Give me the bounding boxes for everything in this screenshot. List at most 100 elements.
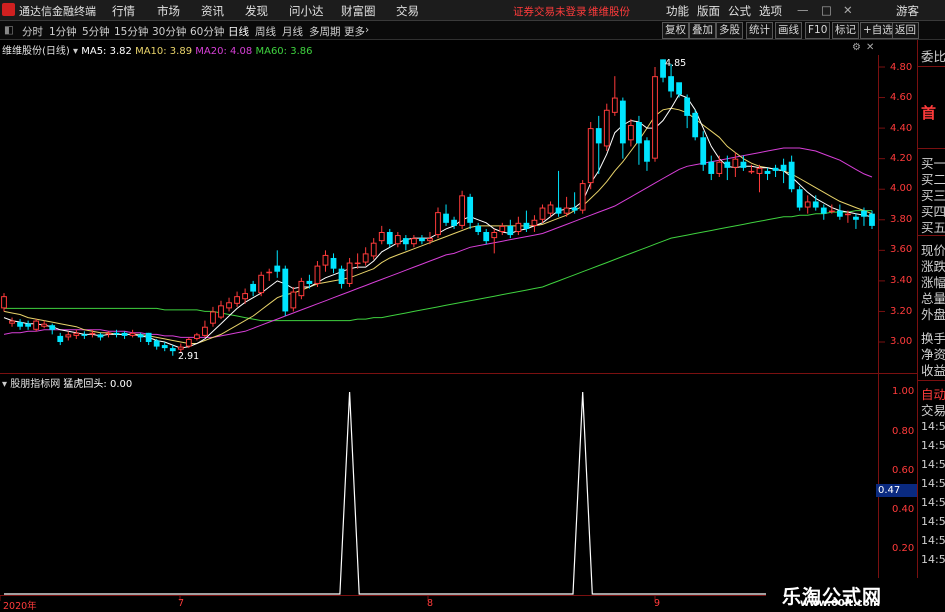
period-tab[interactable]: 60分钟: [190, 24, 224, 39]
menu-trade[interactable]: 交易: [396, 3, 419, 19]
current-value-badge: 0.47: [876, 484, 918, 497]
stock-name-link[interactable]: 维维股份: [588, 4, 630, 19]
panel-toggle-icon[interactable]: ◧: [4, 24, 14, 36]
candlestick: [756, 164, 763, 193]
chevron-right-icon[interactable]: ›: [365, 24, 369, 36]
candle-body: [692, 112, 699, 138]
candle-body: [684, 97, 691, 116]
menu-news[interactable]: 资讯: [201, 3, 224, 19]
quote-row-label: 买五: [921, 220, 945, 235]
candlestick: [820, 204, 827, 220]
candlestick: [595, 115, 602, 174]
period-toolbar: ◧ 分时 1分钟 5分钟 15分钟 30分钟 60分钟 日线 周线 月线 多周期…: [0, 21, 945, 40]
candlestick: [330, 253, 337, 274]
dropdown-icon[interactable]: ▾: [73, 46, 78, 57]
menu-market[interactable]: 市场: [157, 3, 180, 19]
candlestick: [853, 213, 859, 229]
candle-body: [547, 204, 554, 214]
chart-close-icon[interactable]: ✕: [866, 42, 874, 53]
candle-body: [595, 128, 602, 144]
toolbar-button[interactable]: 返回: [892, 22, 919, 39]
period-tab[interactable]: 5分钟: [82, 24, 110, 39]
candlestick: [780, 158, 787, 184]
candle-body: [410, 238, 417, 245]
toolbar-button[interactable]: 统计: [746, 22, 773, 39]
guest-user[interactable]: 游客: [896, 3, 919, 19]
candle-body: [113, 332, 120, 335]
candlestick: [210, 306, 216, 327]
period-tab-active[interactable]: 日线: [228, 24, 249, 39]
kline-chart[interactable]: [0, 0, 945, 609]
candlestick: [202, 320, 208, 338]
minimize-icon[interactable]: —: [797, 3, 809, 17]
candlestick: [788, 155, 795, 193]
ma10-label: MA10: 3.89: [135, 46, 193, 57]
candle-body: [306, 280, 313, 284]
indicator-value-label: 猛虎回头: 0.00: [63, 379, 133, 390]
app-logo-icon: [2, 3, 15, 16]
menu-function[interactable]: 功能: [666, 3, 689, 19]
candle-body: [435, 212, 441, 236]
candlestick: [619, 97, 626, 159]
candle-body: [282, 268, 289, 312]
candle-body: [716, 161, 723, 174]
candlestick: [748, 164, 755, 174]
y-tick-label: 4.60: [890, 92, 913, 103]
candlestick: [49, 323, 56, 335]
candlestick: [700, 131, 707, 171]
candlestick: [427, 232, 433, 245]
more-periods-button[interactable]: 更多: [344, 24, 365, 39]
period-tab[interactable]: 30分钟: [152, 24, 186, 39]
candlestick: [153, 338, 160, 350]
candlestick: [812, 195, 819, 211]
candlestick: [354, 253, 361, 269]
period-tab[interactable]: 多周期: [309, 24, 341, 39]
period-tab[interactable]: 月线: [282, 24, 303, 39]
candle-body: [250, 283, 257, 292]
candle-body: [539, 207, 546, 220]
candle-body: [266, 271, 273, 274]
candle-body: [788, 161, 795, 190]
trade-login-notice[interactable]: 证券交易未登录: [513, 4, 587, 19]
stock-label: 维维股份(日线): [2, 46, 70, 57]
candlestick: [435, 207, 441, 239]
menu-layout[interactable]: 版面: [697, 3, 720, 19]
tick-time: 14:56: [921, 496, 945, 509]
toolbar-button[interactable]: 叠加: [689, 22, 716, 39]
menu-wenxiaoda[interactable]: 问小达: [289, 3, 324, 19]
close-icon[interactable]: ✕: [843, 3, 853, 17]
settings-icon[interactable]: ⚙: [852, 42, 861, 53]
candle-body: [419, 238, 425, 242]
candle-body: [322, 254, 329, 266]
maximize-icon[interactable]: □: [821, 3, 832, 17]
candle-body: [603, 109, 610, 147]
candlestick: [772, 164, 779, 177]
trade-label[interactable]: 交易: [921, 400, 945, 419]
toolbar-button[interactable]: 多股: [716, 22, 743, 39]
candle-body: [836, 210, 843, 217]
candlestick: [193, 332, 200, 341]
candle-body: [772, 167, 779, 171]
menu-formula[interactable]: 公式: [728, 3, 751, 19]
period-tab[interactable]: 15分钟: [114, 24, 148, 39]
candlestick: [105, 331, 112, 338]
candlestick: [547, 201, 554, 217]
period-tab[interactable]: 1分钟: [49, 24, 77, 39]
menu-discover[interactable]: 发现: [245, 3, 268, 19]
toolbar-button[interactable]: 标记: [832, 22, 859, 39]
main-chart-legend: 维维股份(日线) ▾ MA5: 3.82 MA10: 3.89 MA20: 4.…: [2, 42, 312, 57]
period-tab[interactable]: 周线: [255, 24, 276, 39]
candle-body: [861, 210, 867, 217]
menu-wealth-circle[interactable]: 财富圈: [341, 3, 376, 19]
candle-body: [636, 122, 642, 144]
toolbar-button[interactable]: 复权: [662, 22, 689, 39]
dropdown-icon[interactable]: ▾: [2, 379, 7, 390]
toolbar-button[interactable]: F10: [805, 22, 831, 39]
period-tab[interactable]: 分时: [22, 24, 43, 39]
toolbar-button[interactable]: 画线: [775, 22, 802, 39]
toolbar-button[interactable]: +自选: [860, 22, 896, 39]
candlestick: [1, 293, 7, 312]
menu-quotes[interactable]: 行情: [112, 3, 135, 19]
menu-options[interactable]: 选项: [759, 3, 782, 19]
candlestick: [362, 247, 369, 266]
